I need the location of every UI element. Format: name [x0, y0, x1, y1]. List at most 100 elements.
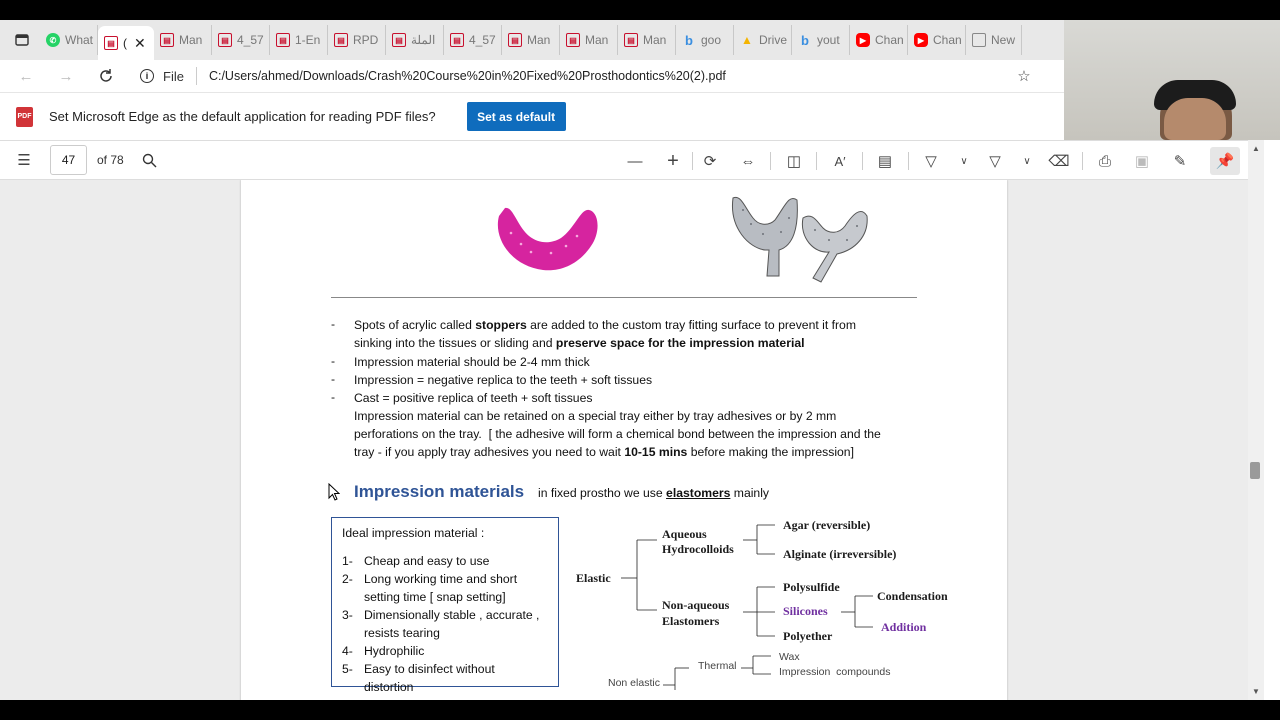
tree-elastic: Elastic	[576, 571, 611, 585]
tree-aqueous-line1: Aqueous	[662, 527, 707, 541]
pdf-icon: ▤	[276, 33, 290, 47]
scroll-thumb[interactable]	[1250, 462, 1260, 479]
bing-icon: b	[685, 32, 693, 48]
zoom-in-icon[interactable]: +	[659, 147, 687, 175]
back-icon[interactable]: ←	[12, 62, 40, 90]
tab-3[interactable]: ▤ 4_57	[212, 25, 270, 55]
scheme-label: File	[163, 68, 184, 84]
tree-agar: Agar (reversible)	[783, 518, 871, 532]
pdf-icon: ▤	[508, 33, 522, 47]
pdf-viewer: - Spots of acrylic called stoppers are ad…	[0, 180, 1248, 700]
screen-bottom-edge	[0, 700, 1280, 720]
save-as-icon[interactable]: ✎	[1166, 147, 1194, 175]
tab-16[interactable]: New	[966, 25, 1022, 55]
tab-12[interactable]: ▲ Drive	[734, 25, 792, 55]
pdf-page: - Spots of acrylic called stoppers are ad…	[241, 180, 1007, 700]
page-total: of 78	[97, 153, 124, 167]
tree-compounds: Impression compounds	[779, 666, 891, 678]
tab-4[interactable]: ▤ 1-En	[270, 25, 328, 55]
close-tab-icon[interactable]: ✕	[134, 35, 146, 52]
add-favorite-icon[interactable]: ☆	[1010, 62, 1038, 90]
pdf-icon: ▤	[624, 33, 638, 47]
eraser-icon[interactable]: ⌫	[1045, 147, 1073, 175]
tree-polyether: Polyether	[783, 629, 833, 643]
forward-icon[interactable]: →	[52, 62, 80, 90]
tab-9[interactable]: ▤ Man	[560, 25, 618, 55]
rotate-icon[interactable]: ⟳	[696, 147, 724, 175]
tree-nonelastic: Non elastic	[608, 677, 660, 689]
tab-5[interactable]: ▤ RPD	[328, 25, 386, 55]
tree-silicones: Silicones	[783, 604, 828, 618]
tab-6[interactable]: ▤ الملة	[386, 25, 444, 55]
tab-label: 4_57	[237, 33, 264, 47]
read-aloud-icon[interactable]: A′	[826, 147, 854, 175]
tab-7[interactable]: ▤ 4_57	[444, 25, 502, 55]
page-number-input[interactable]: 47	[50, 145, 87, 175]
tab-8[interactable]: ▤ Man	[502, 25, 560, 55]
save-icon[interactable]: ▣	[1128, 147, 1156, 175]
webcam-overlay	[1064, 20, 1280, 140]
tab-13[interactable]: b yout	[792, 25, 850, 55]
tab-0[interactable]: ✆ What	[40, 25, 98, 55]
highlight-options-chevron-icon[interactable]: ∨	[1013, 147, 1041, 175]
tab-label: Chan	[933, 33, 962, 47]
search-icon[interactable]	[136, 146, 164, 174]
drive-icon: ▲	[741, 33, 753, 47]
tab-14[interactable]: ▶ Chan	[850, 25, 908, 55]
address-bar: ← → i File C:/Users/ahmed/Downloads/Cras…	[0, 60, 1064, 92]
tab-label: Man	[643, 33, 667, 47]
mouse-cursor-icon	[328, 483, 340, 501]
pdf-icon: ▤	[566, 33, 580, 47]
page-view-icon[interactable]: ◫	[780, 147, 808, 175]
tab-label: What	[65, 33, 94, 47]
vertical-scrollbar[interactable]: ▲ ▼	[1248, 140, 1264, 700]
tree-wax: Wax	[779, 651, 800, 663]
tab-label: (	[123, 36, 127, 50]
bing-icon: b	[801, 32, 809, 48]
tab-2[interactable]: ▤ Man	[154, 25, 212, 55]
tab-label: goo	[701, 33, 722, 47]
tree-aqueous-line2: Hydrocolloids	[662, 542, 734, 556]
tab-10[interactable]: ▤ Man	[618, 25, 676, 55]
tab-label: 1-En	[295, 33, 321, 47]
youtube-icon: ▶	[856, 33, 870, 47]
pdf-toolbar: ☰ 47 of 78 — + ⟳ ⇔ ◫ A′ ▤ ▽ ∨ ▽ ∨ ⌫ ⎙ ▣ …	[0, 140, 1264, 180]
whatsapp-icon: ✆	[46, 33, 60, 47]
tab-label: 4_57	[469, 33, 496, 47]
fit-width-icon[interactable]: ⇔	[734, 147, 762, 175]
newtab-icon	[972, 33, 986, 47]
url-text[interactable]: C:/Users/ahmed/Downloads/Crash%20Course%…	[209, 69, 726, 83]
banner-message: Set Microsoft Edge as the default applic…	[49, 109, 436, 124]
contents-icon[interactable]: ☰	[10, 146, 38, 174]
pin-toolbar-icon[interactable]: 📌	[1210, 147, 1240, 175]
scroll-down-icon[interactable]: ▼	[1252, 687, 1260, 696]
draw-icon[interactable]: ▽	[917, 147, 945, 175]
tab-label: New	[991, 33, 1016, 47]
youtube-icon: ▶	[914, 33, 928, 47]
tab-label: Man	[179, 33, 203, 47]
tab-11[interactable]: b goo	[676, 25, 734, 55]
zoom-out-icon[interactable]: —	[621, 147, 649, 175]
text-box-icon[interactable]: ▤	[871, 147, 899, 175]
print-icon[interactable]: ⎙	[1091, 147, 1119, 175]
tab-label: yout	[817, 33, 840, 47]
site-info-icon[interactable]: i	[140, 69, 154, 83]
tab-actions-icon[interactable]	[8, 26, 36, 54]
tree-nonaqueous-line1: Non-aqueous	[662, 598, 730, 612]
tree-addition: Addition	[881, 620, 927, 634]
tab-label: Man	[585, 33, 609, 47]
tab-label: الملة	[411, 33, 436, 47]
tree-nonaqueous-line2: Elastomers	[662, 614, 720, 628]
tab-1[interactable]: ▤ (✕	[98, 26, 154, 60]
pdf-icon: ▤	[450, 33, 464, 47]
set-default-button[interactable]: Set as default	[466, 102, 566, 131]
highlight-icon[interactable]: ▽	[981, 147, 1009, 175]
refresh-icon[interactable]	[92, 62, 120, 90]
scroll-up-icon[interactable]: ▲	[1252, 144, 1260, 153]
tab-15[interactable]: ▶ Chan	[908, 25, 966, 55]
screen-top-edge	[0, 0, 1280, 20]
pdf-icon: ▤	[218, 33, 232, 47]
draw-options-chevron-icon[interactable]: ∨	[950, 147, 978, 175]
tab-label: Drive	[759, 33, 788, 47]
tab-strip: ✆ What ▤ (✕ ▤ Man ▤ 4_57 ▤ 1-En ▤ RPD ▤ الملة ▤ 4_57 ▤ Ma…	[0, 20, 1064, 60]
